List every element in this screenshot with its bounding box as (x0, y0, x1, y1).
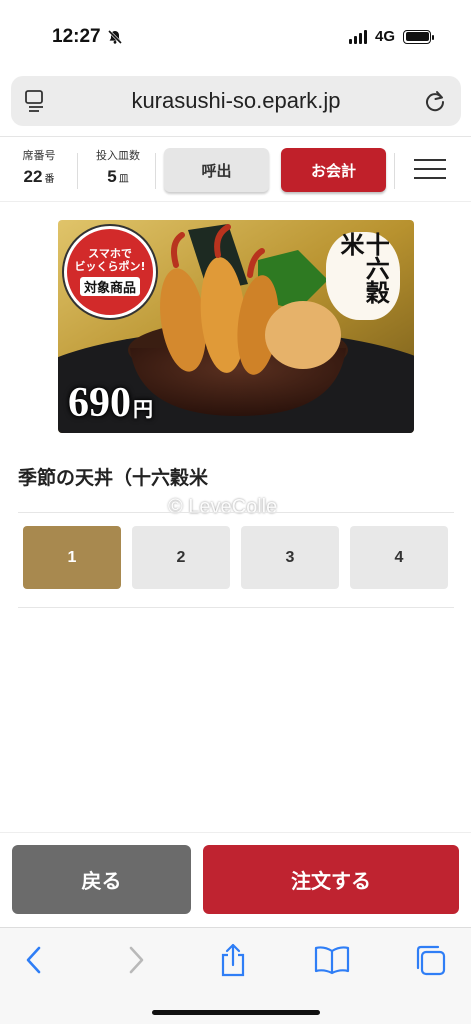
call-staff-button[interactable]: 呼出 (164, 148, 269, 192)
seal-text: 十六穀米 (336, 232, 391, 304)
url-text[interactable]: kurasushi-so.epark.jp (11, 88, 461, 114)
badge-line2: ビッくらポン! (74, 260, 146, 273)
app-header: 席番号 22 番 投入皿数 5皿 呼出 お会計 (0, 136, 471, 202)
status-time: 12:27 (52, 26, 123, 48)
plates-label: 投入皿数 (96, 149, 140, 162)
product-image: スマホで ビッくらポン! 対象商品 十六穀米 690 円 (58, 220, 414, 433)
divider (18, 512, 454, 513)
divider (18, 607, 454, 608)
status-bar: 12:27 4G (0, 0, 471, 72)
plates-info: 投入皿数 5皿 (92, 147, 144, 187)
header-divider (77, 153, 78, 189)
mute-bell-icon (107, 29, 122, 45)
battery-icon (403, 29, 434, 44)
price-value: 690 (68, 380, 131, 426)
bookmarks-icon[interactable] (312, 942, 352, 978)
address-bar[interactable]: kurasushi-so.epark.jp (11, 76, 461, 126)
price-label: 690 円 (68, 379, 153, 427)
browser-toolbar (0, 927, 471, 1024)
network-type: 4G (374, 28, 395, 45)
plates-count: 5 (107, 167, 117, 186)
seat-label: 席番号 (22, 149, 56, 162)
clock-text: 12:27 (52, 26, 101, 47)
header-divider (394, 153, 395, 189)
quantity-option-4[interactable]: 4 (350, 526, 448, 589)
back-button[interactable]: 戻る (12, 845, 191, 914)
home-indicator (152, 1010, 320, 1015)
tabs-icon[interactable] (411, 942, 451, 978)
seat-info: 席番号 22 番 (18, 147, 60, 187)
watermark-text: © LeveColle (168, 496, 278, 518)
quantity-option-2[interactable]: 2 (132, 526, 230, 589)
order-button[interactable]: 注文する (203, 845, 459, 914)
status-indicators: 4G (348, 28, 434, 45)
seat-number: 22 (23, 167, 43, 186)
cellular-signal-icon (348, 29, 367, 44)
grain-seal: 十六穀米 (326, 232, 400, 320)
reload-icon[interactable] (423, 88, 447, 114)
plates-unit: 皿 (118, 174, 129, 185)
item-name: 季節の天丼（十六穀米 (18, 467, 209, 489)
page-menu-icon[interactable] (25, 89, 45, 113)
share-icon[interactable] (213, 942, 253, 978)
quantity-option-1[interactable]: 1 (23, 526, 121, 589)
badge-line3: 対象商品 (79, 276, 140, 296)
back-arrow-icon[interactable] (14, 942, 54, 978)
action-bar: 戻る 注文する (0, 832, 471, 927)
price-unit: 円 (133, 399, 153, 421)
seat-unit: 番 (44, 174, 55, 185)
promo-badge: スマホで ビッくらポン! 対象商品 (64, 226, 156, 318)
checkout-button[interactable]: お会計 (281, 148, 386, 192)
header-divider (155, 153, 156, 189)
quantity-option-3[interactable]: 3 (241, 526, 339, 589)
hamburger-menu-icon[interactable] (414, 159, 446, 181)
forward-arrow-icon[interactable] (116, 942, 156, 978)
